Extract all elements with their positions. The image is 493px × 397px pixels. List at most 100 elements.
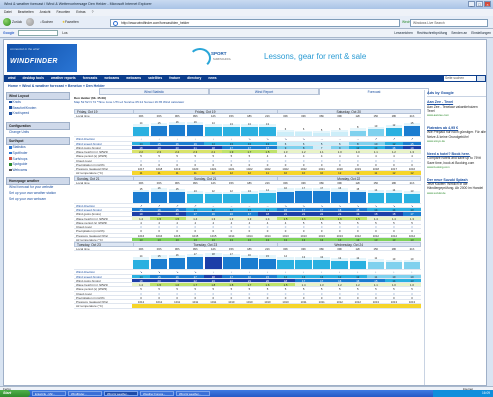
menu-item[interactable]: Favoriten <box>56 9 70 16</box>
taskbar-item[interactable]: Windfinder... <box>68 391 102 396</box>
speed-label: 13 <box>193 189 197 193</box>
forecast-cell: ↗ <box>392 137 396 141</box>
forecast-cell: 1.6 <box>168 283 187 287</box>
forecast-cell: 5 <box>302 287 305 291</box>
site-search-input[interactable]: Seite suchen <box>444 76 476 81</box>
forecast-cell: 06h <box>174 114 180 118</box>
sidebar-item[interactable]: Change Units <box>6 130 70 136</box>
sponsor-logo[interactable]: SPORT SURFSCHOOL <box>189 46 249 70</box>
forecast-cell: 0 <box>393 158 395 162</box>
taskbar-item[interactable]: Wind & weather... <box>104 391 138 396</box>
forecast-cell: 1011 <box>174 300 181 304</box>
tab-wind-statistic[interactable]: Wind Statistic <box>99 88 209 95</box>
banner-slogan[interactable]: Lessons, gear for rent & sale <box>264 52 366 61</box>
taskbar-item[interactable]: Entwürfe - Mic... <box>32 391 66 396</box>
forecast-cell: 21h <box>409 180 415 184</box>
speed-bar <box>168 258 186 270</box>
menu-item[interactable]: Extras <box>76 9 85 16</box>
sidebar-item[interactable]: Knot/speed <box>6 111 70 117</box>
menu-item[interactable]: Ansicht <box>40 9 51 16</box>
menu-item[interactable]: Bearbeiten <box>18 9 34 16</box>
maximize-button[interactable]: □ <box>476 1 483 7</box>
taskbar-item[interactable]: Wind & weather... <box>176 391 210 396</box>
forecast-cell: ↘ <box>356 203 359 207</box>
spot-meta[interactable]: Map 52 52 N 74 *Time zone UTC+2 Sunrise … <box>74 100 414 104</box>
forecast-cell: ↗ <box>139 203 143 207</box>
forecast-cell: 1.3 <box>402 150 421 154</box>
row-label[interactable]: Wind direction <box>74 137 132 140</box>
minimize-button[interactable]: _ <box>468 1 475 7</box>
google-go-button[interactable]: Los <box>62 31 67 35</box>
forecast-cell: 0 <box>248 158 251 162</box>
nav-item[interactable]: weather reports <box>51 75 76 82</box>
nav-item[interactable]: desktop tools <box>23 75 44 82</box>
google-search-input[interactable] <box>18 30 59 37</box>
menu-item[interactable]: ? <box>92 9 94 16</box>
address-bar[interactable]: http://www.windfinder.com/forecast/den_h… <box>110 18 400 27</box>
sidebar-item[interactable]: Webcams <box>6 168 70 174</box>
ad-item[interactable]: Flatrates ab 4,95 € Wie Prepaid nur noch… <box>427 126 486 143</box>
row-label[interactable]: Wind direction <box>74 270 132 273</box>
toolbar-tool[interactable]: Senden an <box>451 29 467 38</box>
ad-item[interactable]: Der neue Suzuki Splash Jetzt Kaufen: Wir… <box>427 178 486 195</box>
forecast-cell: 0 <box>302 162 305 166</box>
taskbar-item[interactable]: Weather Foreca... <box>140 391 174 396</box>
speed-label: 16 <box>338 187 342 191</box>
search-button[interactable]: ⌕Suchen <box>40 18 53 27</box>
toolbar-tool[interactable]: Rechtschreibprüfung <box>417 29 447 38</box>
toolbar-tool[interactable]: Lesezeichen <box>394 29 413 38</box>
forecast-cell: 15 <box>168 208 187 212</box>
forecast-cell: 20 <box>168 212 187 216</box>
nav-item[interactable]: directory <box>187 75 201 82</box>
row-label[interactable]: Wind speed (knots) <box>74 142 132 145</box>
nav-item[interactable]: wind <box>8 75 16 82</box>
nav-item[interactable]: webcams <box>126 75 141 82</box>
nav-item[interactable]: satellites <box>148 75 162 82</box>
nav-item[interactable]: news <box>208 75 216 82</box>
forecast-cell: 1.4 <box>132 283 151 287</box>
forecast-cell: 1.6 <box>312 216 331 220</box>
speed-bar <box>132 259 150 270</box>
ad-item[interactable]: Aan Zee - Texel Aan Zee - Texelaar vakan… <box>427 100 486 117</box>
nav-item[interactable]: forecasts <box>83 75 98 82</box>
forecast-cell: 21 <box>276 212 295 216</box>
row-label[interactable]: Wind speed (knots) <box>74 275 132 278</box>
close-button[interactable]: × <box>484 1 491 7</box>
diagram-label <box>74 251 132 269</box>
speed-label: 11 <box>374 257 378 261</box>
forecast-cell: 16 <box>384 145 403 149</box>
nav-item[interactable]: webcams <box>104 75 119 82</box>
sidebar-item[interactable]: Set up your own webcam <box>6 197 70 203</box>
back-button[interactable]: Zurück <box>3 18 22 27</box>
toolbar-tool[interactable]: Einstellungen <box>471 29 491 38</box>
row-cells: ↓ ↓ ↓ ↓ ↓ ↓ ↘ ↘ ↘ ↘ → → → ↗ ↗ ↗ <box>132 137 421 140</box>
favorites-button[interactable]: ★Favoriten <box>62 18 79 27</box>
forecast-cell: 5 <box>375 287 377 291</box>
tab-wind-report[interactable]: Wind Report <box>209 88 319 95</box>
row-label[interactable]: Wind speed (knots) <box>74 208 132 211</box>
start-button[interactable]: Start <box>0 390 30 397</box>
forecast-cell: ↓ <box>375 270 377 274</box>
ad-item[interactable]: Need a hotel? Book here. Compare hotels … <box>427 152 486 169</box>
site-search-button[interactable] <box>477 76 485 81</box>
forecast-cell <box>402 304 421 308</box>
forecast-cell: 17 <box>240 212 259 216</box>
speed-label: 15 <box>139 188 143 192</box>
wind-bar-cell: 15 <box>168 185 186 203</box>
menu-item[interactable]: Datei <box>4 9 12 16</box>
forward-button[interactable] <box>26 18 35 27</box>
row-cells: 0 0 0 0 0 0 0 0 0 0 0 0 0 0 0 0 <box>132 292 421 295</box>
nav-item[interactable]: feature <box>169 75 180 82</box>
forecast-cell: 00h <box>138 247 144 251</box>
forecast-cell: 1011 <box>318 300 325 304</box>
forecast-cell: 0 <box>212 295 215 299</box>
windfinder-logo[interactable]: connected to the wind WINDFINDER <box>7 44 77 72</box>
row-label[interactable]: Wind direction <box>74 204 132 207</box>
tab-forecast[interactable]: Forecast <box>319 88 429 95</box>
forecast-cell: 1016 <box>408 167 416 171</box>
live-search-input[interactable]: Windows Live Search <box>410 18 488 27</box>
row-label: Local time <box>76 180 90 184</box>
breadcrumb[interactable]: Home » Wind & weather forecast » Benelux… <box>8 83 105 89</box>
forecast-cell: 1010 <box>228 300 235 304</box>
speed-label: 10 <box>374 125 378 129</box>
